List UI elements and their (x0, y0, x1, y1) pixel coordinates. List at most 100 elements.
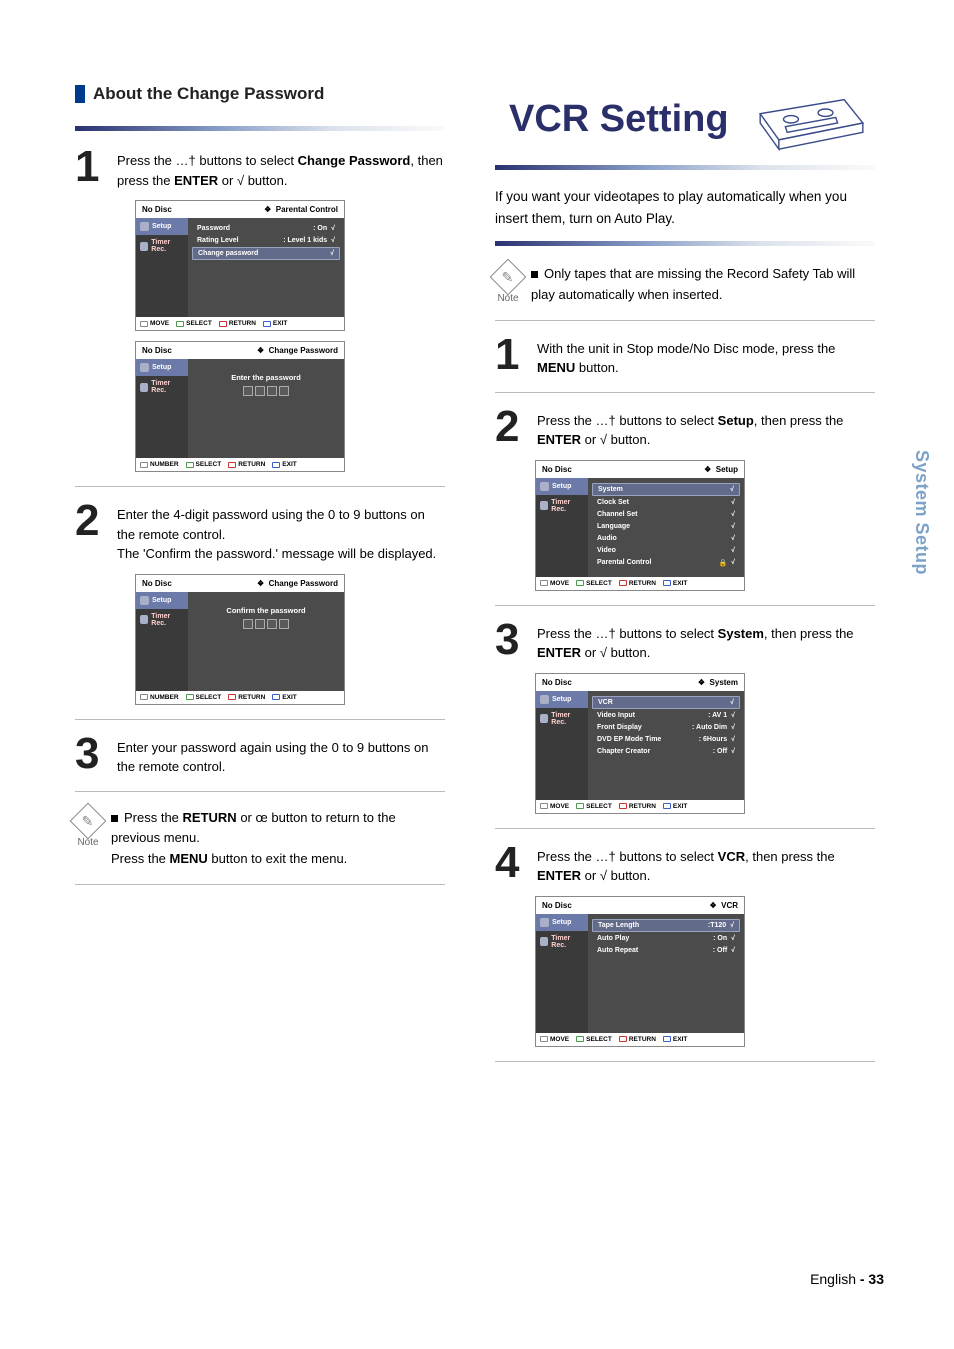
osd-status: No Disc (542, 465, 572, 474)
osd-foot-item: EXIT (663, 580, 687, 587)
osd-foot-icon (540, 1036, 548, 1042)
osd-footer: MOVESELECTRETURNEXIT (136, 317, 344, 330)
osd-foot-icon (140, 321, 148, 327)
osd-foot-item: SELECT (186, 461, 222, 468)
osd-foot-icon (576, 803, 584, 809)
osd-side-timer: Timer Rec. (136, 609, 188, 631)
timer-icon (540, 937, 548, 946)
osd-side-setup: Setup (136, 218, 188, 235)
divider-gradient (495, 241, 875, 246)
osd-foot-item: NUMBER (140, 694, 179, 701)
osd-vcr-menu: No Disc ❖ VCR Setup Timer Rec. Tape Leng… (535, 896, 745, 1047)
osd-foot-item: MOVE (540, 1036, 569, 1043)
osd-menu-row: Password: On√ (192, 223, 340, 234)
note-icon: ✎ (70, 802, 107, 839)
osd-foot-item: EXIT (663, 803, 687, 810)
osd-status: No Disc (542, 901, 572, 910)
note-text: Press the RETURN or œ button to return t… (111, 806, 445, 870)
divider (75, 791, 445, 792)
intro-text: If you want your videotapes to play auto… (495, 186, 875, 229)
osd-menu-row: Auto Play: On√ (592, 933, 740, 944)
step-1: 1 Press the …† buttons to select Change … (75, 147, 445, 190)
gear-icon (140, 222, 149, 231)
osd-title: ❖ System (698, 678, 738, 687)
osd-title: ❖ VCR (709, 901, 738, 910)
divider-gradient (75, 126, 445, 131)
side-tab: System Setup (911, 450, 932, 575)
step-2-right: 2 Press the …† buttons to select Setup, … (495, 407, 875, 450)
osd-status: No Disc (142, 205, 172, 214)
osd-rows-1: Password: On√Rating Level: Level 1 kids√… (188, 218, 344, 317)
divider (75, 486, 445, 487)
divider (495, 605, 875, 606)
step-number-icon: 3 (495, 620, 525, 660)
step-number-icon: 2 (75, 501, 105, 541)
divider-gradient (495, 165, 875, 170)
osd-title: ❖ Setup (704, 465, 738, 474)
osd-menu-row: Parental Control🔒√ (592, 557, 740, 569)
osd-foot-icon (228, 694, 236, 700)
osd-title: ❖ Parental Control (264, 205, 338, 214)
divider (495, 1061, 875, 1062)
osd-foot-icon (176, 321, 184, 327)
osd-foot-icon (619, 580, 627, 586)
osd-foot-item: SELECT (186, 694, 222, 701)
osd-enter-password: No Disc ❖ Change Password Setup Timer Re… (135, 341, 345, 472)
osd-foot-item: SELECT (576, 580, 612, 587)
osd-menu-row: Clock Set√ (592, 497, 740, 508)
osd-side-timer: Timer Rec. (536, 708, 588, 730)
osd-footer: MOVESELECTRETURNEXIT (536, 800, 744, 813)
osd-foot-item: RETURN (228, 694, 265, 701)
osd-foot-icon (140, 694, 148, 700)
osd-foot-icon (663, 803, 671, 809)
osd-title: ❖ Change Password (257, 346, 338, 355)
osd-side-setup: Setup (136, 592, 188, 609)
note-text: Only tapes that are missing the Record S… (531, 262, 875, 306)
osd-foot-icon (540, 580, 548, 586)
section-header: About the Change Password (75, 80, 445, 112)
gear-icon (540, 918, 549, 927)
osd-foot-icon (140, 462, 148, 468)
osd-foot-item: RETURN (219, 320, 256, 327)
osd-setup-menu: No Disc ❖ Setup Setup Timer Rec. System√… (535, 460, 745, 591)
osd-status: No Disc (542, 678, 572, 687)
page-footer: English - 33 (810, 1271, 884, 1287)
osd-side-setup: Setup (536, 914, 588, 931)
osd-menu-row: Chapter Creator: Off√ (592, 746, 740, 757)
osd-foot-icon (219, 321, 227, 327)
divider (75, 719, 445, 720)
timer-icon (540, 714, 548, 723)
osd-foot-icon (576, 1036, 584, 1042)
lock-icon: 🔒 (718, 559, 727, 567)
gear-icon (140, 596, 149, 605)
gear-icon (140, 363, 149, 372)
bullet-icon (111, 815, 118, 822)
cassette-icon (754, 95, 869, 151)
section-marker-icon (75, 85, 85, 103)
osd-foot-icon (663, 580, 671, 586)
osd-side-timer: Timer Rec. (136, 376, 188, 398)
osd-menu-row: Auto Repeat: Off√ (592, 945, 740, 956)
osd-footer: MOVESELECTRETURNEXIT (536, 577, 744, 590)
osd-menu-row: Front Display: Auto Dim√ (592, 722, 740, 733)
timer-icon (140, 242, 148, 251)
vcr-title-box: VCR Setting (495, 80, 875, 159)
osd-status: No Disc (142, 346, 172, 355)
bullet-icon (531, 271, 538, 278)
osd-menu-row: VCR√ (592, 696, 740, 709)
osd-rows-system: VCR√Video Input: AV 1√Front Display: Aut… (588, 691, 744, 800)
divider (495, 320, 875, 321)
osd-foot-item: RETURN (619, 1036, 656, 1043)
osd-footer: NUMBERSELECTRETURNEXIT (136, 458, 344, 471)
note-block: ✎ Note Press the RETURN or œ button to r… (75, 806, 445, 870)
osd-footer: NUMBER SELECT RETURN EXIT (136, 691, 344, 704)
osd-foot-icon (263, 321, 271, 327)
osd-foot-item: MOVE (540, 580, 569, 587)
osd-foot-item: EXIT (272, 694, 296, 701)
osd-menu-row: Rating Level: Level 1 kids√ (192, 235, 340, 246)
step-number-icon: 3 (75, 734, 105, 774)
step-text: With the unit in Stop mode/No Disc mode,… (537, 335, 875, 378)
note-icon: ✎ (490, 259, 527, 296)
osd-rows-vcr: Tape Length:T120√Auto Play: On√Auto Repe… (588, 914, 744, 1033)
osd-menu-row: Language√ (592, 521, 740, 532)
